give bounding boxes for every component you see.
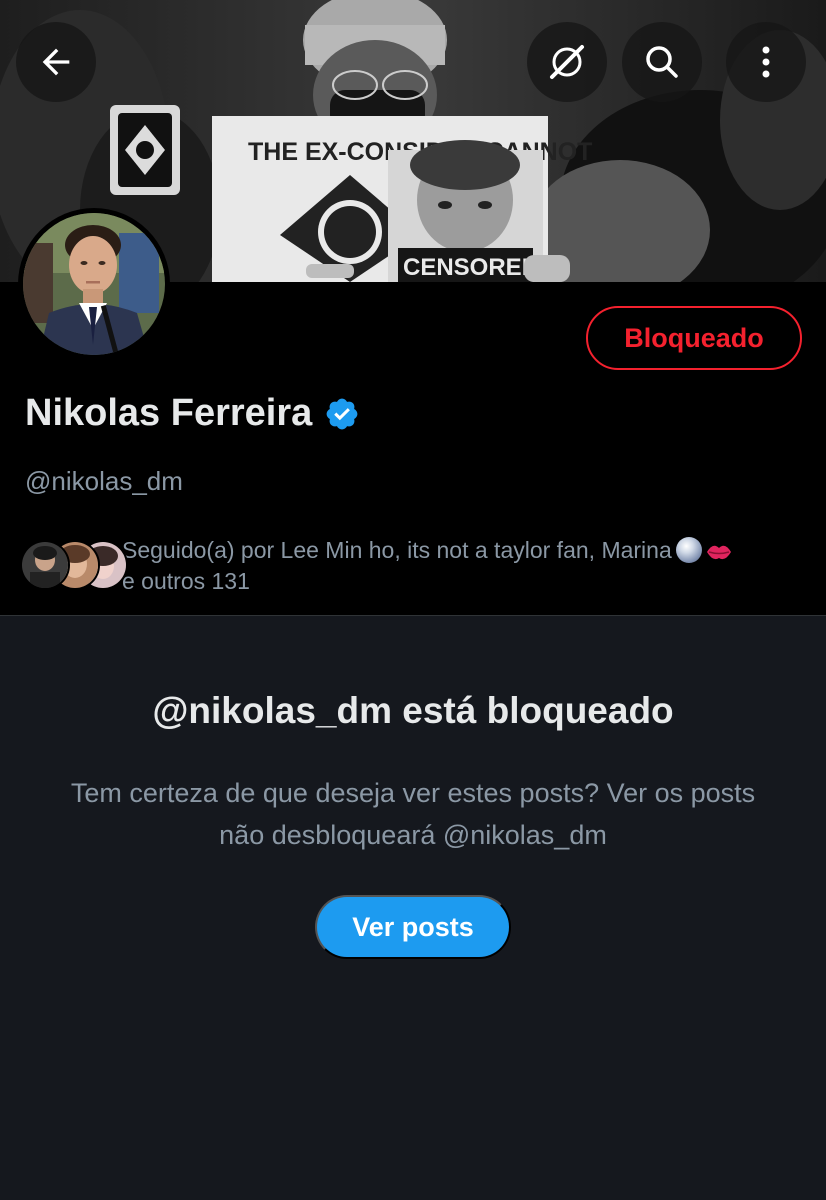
grok-button[interactable]: [527, 22, 607, 102]
followed-by-text: Seguido(a) por Lee Min ho, its not a tay…: [122, 535, 812, 597]
followed-by-row[interactable]: Seguido(a) por Lee Min ho, its not a tay…: [20, 536, 810, 600]
search-button[interactable]: [622, 22, 702, 102]
banner-poster-text: CENSORED: [403, 254, 539, 281]
mirror-ball-emoji-icon: [675, 537, 702, 563]
back-button[interactable]: [16, 22, 96, 102]
view-posts-button[interactable]: Ver posts: [315, 895, 511, 959]
blocked-notice-title: @nikolas_dm está bloqueado: [152, 690, 674, 731]
display-name: Nikolas Ferreira: [25, 392, 313, 434]
follower-avatar: [20, 540, 70, 590]
profile-avatar[interactable]: [18, 208, 170, 360]
blocked-button[interactable]: Bloqueado: [586, 306, 802, 370]
follower-avatars: [20, 540, 128, 590]
grok-icon: [550, 45, 584, 79]
more-vertical-icon: [762, 46, 770, 78]
avatar-image: [23, 213, 165, 355]
followed-by-names: Seguido(a) por Lee Min ho, its not a tay…: [122, 537, 672, 563]
followed-by-more: e outros 131: [122, 568, 250, 594]
arrow-left-icon: [42, 48, 70, 76]
more-options-button[interactable]: [726, 22, 806, 102]
search-icon: [646, 46, 678, 78]
profile-handle: @nikolas_dm: [25, 466, 183, 496]
blocked-notice-body: Tem certeza de que deseja ver estes post…: [70, 778, 756, 850]
kiss-mark-emoji-icon: [706, 541, 732, 563]
display-name-row: Nikolas Ferreira: [25, 392, 360, 435]
verified-badge-icon[interactable]: [324, 396, 360, 432]
